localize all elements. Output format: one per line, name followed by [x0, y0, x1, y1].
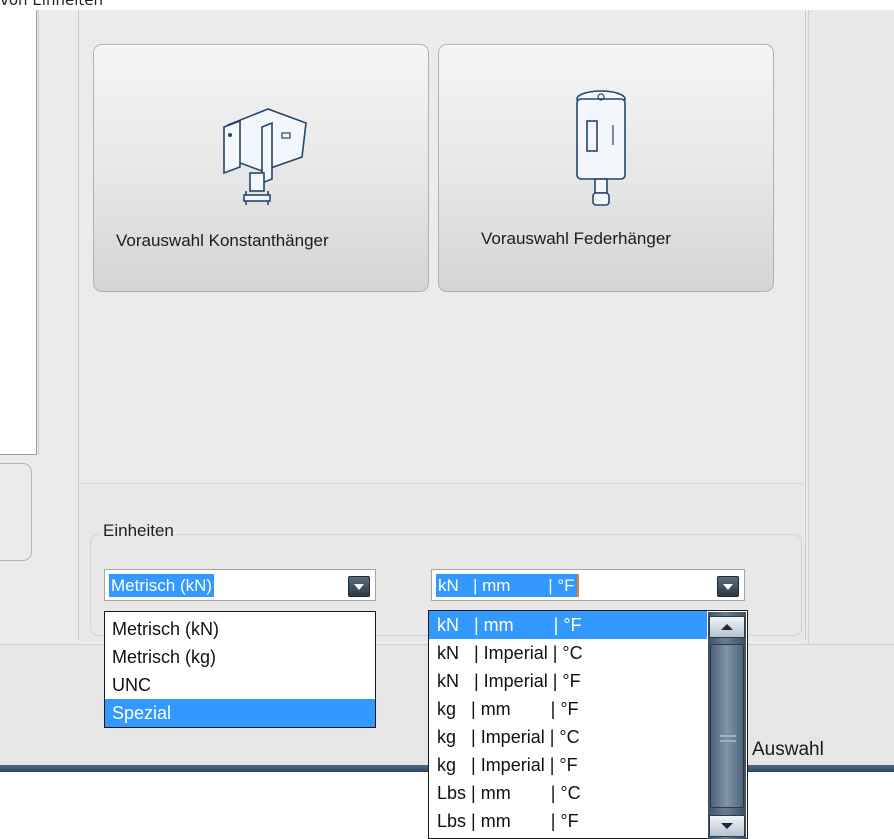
chevron-down-icon[interactable] [348, 576, 370, 597]
units-group-legend: Einheiten [100, 521, 177, 541]
scroll-up-button[interactable] [709, 616, 745, 638]
unit-system-value: Metrisch (kN) [109, 574, 215, 597]
spring-hanger-icon [576, 90, 626, 206]
status-text: Auswahl [752, 739, 824, 760]
scroll-down-button[interactable] [709, 815, 745, 837]
list-item[interactable]: Metrisch (kN) [105, 615, 375, 643]
list-item[interactable]: kN | mm | °F [429, 611, 707, 639]
chevron-down-icon[interactable] [717, 576, 739, 597]
list-item[interactable]: UNC [105, 671, 375, 699]
preselect-constant-hanger-button[interactable]: Vorauswahl Konstanthänger [93, 44, 429, 292]
list-item[interactable]: kg | Imperial | °C [429, 723, 747, 751]
chevron-up-icon [721, 624, 733, 630]
constant-hanger-label: Vorauswahl Konstanthänger [116, 231, 329, 250]
list-item[interactable]: Metrisch (kg) [105, 643, 375, 671]
constant-hanger-icon [223, 108, 307, 205]
list-scrollbar[interactable] [708, 612, 746, 839]
right-column [808, 10, 894, 644]
list-item[interactable]: kg | Imperial | °F [429, 751, 747, 779]
unit-system-dropdown[interactable]: Metrisch (kN) [104, 569, 376, 601]
preselect-spring-hanger-button[interactable]: Vorauswahl Federhänger [438, 44, 774, 292]
unit-system-options-list: Metrisch (kN) Metrisch (kg) UNC Spezial [104, 611, 376, 728]
list-item[interactable]: Spezial [105, 699, 375, 727]
unit-combination-value: kN | mm | °F [436, 574, 579, 597]
left-pane-group [0, 463, 32, 561]
top-caption: von Einheiten [0, 0, 104, 9]
list-item[interactable]: kN | Imperial | °C [429, 639, 747, 667]
list-item[interactable]: Lbs | mm | °C [429, 779, 747, 807]
spring-hanger-label: Vorauswahl Federhänger [481, 229, 671, 248]
scrollbar-thumb[interactable] [710, 644, 744, 808]
list-item[interactable]: kN | Imperial | °F [429, 667, 747, 695]
left-pane-divider [38, 10, 39, 455]
list-item[interactable]: kg | mm | °F [429, 695, 747, 723]
grip-icon [720, 735, 736, 737]
list-item[interactable]: Lbs | mm | °F [429, 807, 747, 835]
grip-icon [720, 740, 736, 742]
unit-combination-options-list: kN | mm | °F kN | Imperial | °C kN | Imp… [428, 610, 748, 839]
unit-combination-dropdown[interactable]: kN | mm | °F [431, 569, 745, 601]
chevron-down-icon [721, 823, 733, 829]
left-pane [0, 10, 37, 455]
